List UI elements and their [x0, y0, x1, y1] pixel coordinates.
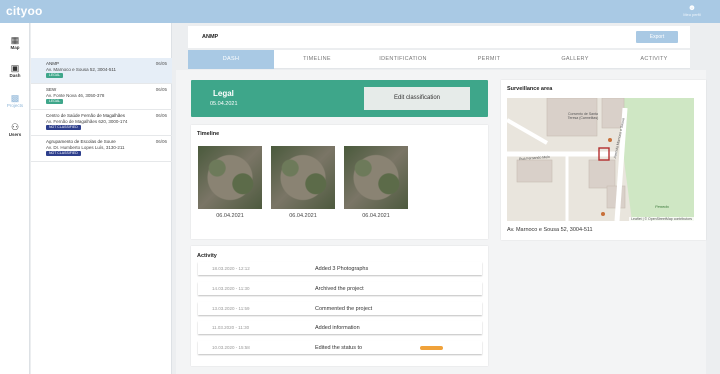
- project-address: Av. Fernão de Magalhães 620, 3000-174: [46, 119, 128, 124]
- activity-text: Edited the status to: [315, 344, 363, 351]
- timeline-photo[interactable]: [198, 146, 262, 209]
- user-icon: ☻: [687, 3, 697, 12]
- activity-date: 14.03.2020 - 11:30: [212, 286, 250, 291]
- status-badge: LEGAL: [46, 73, 64, 78]
- tab-timeline[interactable]: TIMELINE: [274, 50, 360, 69]
- project-date: 06/05: [155, 61, 167, 66]
- tab-bar: DASH TIMELINE IDENTIFICATION PERMIT GALL…: [188, 50, 690, 69]
- timeline-photo[interactable]: [344, 146, 408, 209]
- project-list-item[interactable]: Agrupamento de Escolas de Soure 06/06 Av…: [31, 136, 172, 162]
- dashboard-icon: ▣: [10, 63, 20, 73]
- nav-item-map[interactable]: ▦ Map: [0, 35, 30, 50]
- project-title: ANMP: [46, 61, 60, 66]
- projects-icon: ▩: [10, 93, 20, 103]
- project-date: 06/06: [155, 113, 167, 118]
- activity-row: 11.03.2020 - 11:30 Added information: [198, 321, 482, 334]
- project-address: Av. Marnoco e Sousa 52, 3004-511: [46, 67, 117, 72]
- user-menu[interactable]: ☻ Meu perfil: [672, 3, 712, 17]
- status-pill: [420, 346, 443, 350]
- timeline-card: Timeline 06.04.2021 06.04.2021 06.04.202…: [191, 125, 488, 239]
- activity-row: 10.03.2020 - 15:58 Edited the status to: [198, 341, 482, 354]
- project-list-item[interactable]: SEW 06/05 Av. Fonte Nova 46, 3050-378 LE…: [31, 84, 172, 110]
- photo-date: 06.04.2021: [362, 213, 390, 219]
- project-title: SEW: [46, 87, 57, 92]
- tab-permit[interactable]: PERMIT: [446, 50, 532, 69]
- classification-status: Legal: [213, 89, 234, 98]
- status-badge: NOT CLASSIFIED: [46, 151, 81, 156]
- tab-dash[interactable]: DASH: [188, 50, 274, 69]
- activity-row: 13.03.2020 - 11:59 Commented the project: [198, 302, 482, 315]
- nav-item-dash[interactable]: ▣ Dash: [0, 63, 30, 78]
- tab-activity[interactable]: ACTIVITY: [618, 50, 690, 69]
- project-date: 06/06: [155, 139, 167, 144]
- status-badge: LEGAL: [46, 99, 64, 104]
- map-attribution[interactable]: Leaflet | © OpenStreetMap contributors: [629, 217, 694, 221]
- project-address: Av. Dr. Humberto Lopes Luís, 3130-211: [46, 145, 125, 150]
- project-list-item[interactable]: ANMP 06/05 Av. Marnoco e Sousa 52, 3004-…: [31, 58, 172, 84]
- project-header: ANMP Export: [188, 26, 690, 48]
- project-list-item[interactable]: Centro de Saúde Fernão de Magalhães 06/0…: [31, 110, 172, 136]
- classification-date: 05.04.2021: [210, 101, 238, 107]
- users-icon: ⚇: [10, 122, 20, 132]
- map-place-label: Convento de Santa Teresa (Carmelitas): [567, 112, 599, 120]
- nav-item-label: Users: [8, 132, 22, 137]
- map-park-label: Penedo: [655, 204, 669, 209]
- export-button[interactable]: Export: [636, 31, 678, 43]
- activity-date: 11.03.2020 - 11:30: [212, 325, 250, 330]
- activity-date: 10.03.2020 - 15:58: [212, 345, 250, 350]
- nav-item-label: Projects: [6, 103, 24, 108]
- activity-row: 18.03.2020 - 12:12 Added 3 Photographs: [198, 262, 482, 275]
- surveillance-title: Surveillance area: [507, 86, 553, 92]
- project-list: ANMP 06/05 Av. Marnoco e Sousa 52, 3004-…: [31, 23, 172, 374]
- surveillance-map[interactable]: Convento de Santa Teresa (Carmelitas) Ru…: [507, 98, 694, 221]
- activity-title: Activity: [197, 253, 217, 259]
- nav-rail: ▦ Map ▣ Dash ▩ Projects ⚇ Users: [0, 23, 30, 374]
- activity-text: Commented the project: [315, 305, 373, 312]
- tab-gallery[interactable]: GALLERY: [532, 50, 618, 69]
- nav-item-label: Map: [10, 45, 20, 50]
- top-bar: cityoo ☻ Meu perfil: [0, 0, 720, 23]
- photo-date: 06.04.2021: [289, 213, 317, 219]
- activity-date: 18.03.2020 - 12:12: [212, 266, 250, 271]
- activity-date: 13.03.2020 - 11:59: [212, 306, 250, 311]
- project-title: Agrupamento de Escolas de Soure: [46, 139, 116, 144]
- project-title: Centro de Saúde Fernão de Magalhães: [46, 113, 126, 118]
- status-badge: NOT CLASSIFIED: [46, 125, 81, 130]
- project-address: Av. Fonte Nova 46, 3050-378: [46, 93, 105, 98]
- timeline-photo[interactable]: [271, 146, 335, 209]
- photo-date: 06.04.2021: [216, 213, 244, 219]
- activity-text: Archived the project: [315, 285, 364, 292]
- nav-item-label: Dash: [9, 73, 21, 78]
- edit-classification-button[interactable]: Edit classification: [364, 87, 470, 110]
- nav-item-projects[interactable]: ▩ Projects: [0, 93, 30, 108]
- app-logo[interactable]: cityoo: [6, 4, 43, 18]
- tab-identification[interactable]: IDENTIFICATION: [360, 50, 446, 69]
- classification-card: Legal 05.04.2021 Edit classification: [191, 80, 488, 117]
- activity-row: 14.03.2020 - 11:30 Archived the project: [198, 282, 482, 295]
- page-title: ANMP: [202, 34, 219, 40]
- nav-item-users[interactable]: ⚇ Users: [0, 122, 30, 137]
- activity-text: Added information: [315, 324, 360, 331]
- surveillance-address: Av. Marnoco e Sousa 52, 3004-511: [507, 227, 593, 233]
- timeline-title: Timeline: [197, 131, 220, 137]
- map-icon: ▦: [10, 35, 20, 45]
- activity-text: Added 3 Photographs: [315, 265, 369, 272]
- project-date: 06/05: [155, 87, 167, 92]
- user-menu-label: Meu perfil: [683, 12, 701, 17]
